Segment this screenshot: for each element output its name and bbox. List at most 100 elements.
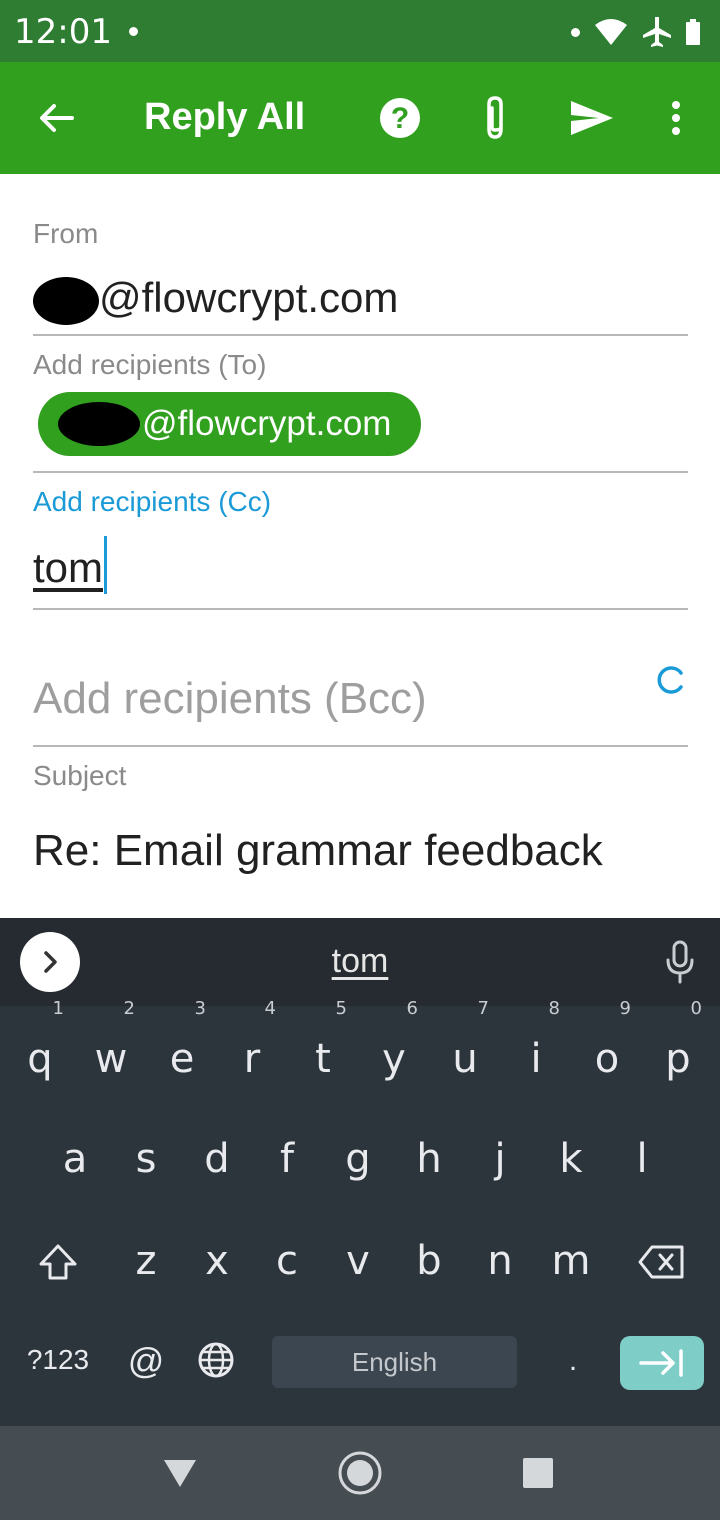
key-h[interactable]: h (399, 1136, 459, 1182)
key-label: r (243, 1036, 261, 1082)
help-button[interactable]: ? (372, 90, 428, 146)
symbols-key[interactable]: ?123 (18, 1340, 98, 1380)
key-label: p (665, 1036, 691, 1082)
key-m[interactable]: m (541, 1238, 601, 1284)
send-button[interactable] (564, 90, 620, 146)
airplane-mode-icon (643, 17, 671, 47)
key-q[interactable]: 1q (10, 998, 70, 1082)
key-r[interactable]: 4r (222, 998, 282, 1082)
cc-input[interactable]: tom (33, 536, 108, 594)
recipient-chip-label: @flowcrypt.com (142, 404, 392, 443)
dot-icon (571, 27, 580, 37)
key-y[interactable]: 6y (364, 998, 424, 1082)
page-title: Reply All (144, 96, 306, 138)
key-b[interactable]: b (399, 1238, 459, 1284)
language-key[interactable] (196, 1338, 236, 1382)
key-c[interactable]: c (257, 1238, 317, 1284)
key-hint: 1 (52, 998, 64, 1019)
key-z[interactable]: z (116, 1238, 176, 1284)
status-bar: 12:01 (0, 0, 720, 62)
bcc-divider (33, 745, 688, 747)
key-label: e (169, 1036, 195, 1082)
back-button[interactable] (28, 90, 84, 146)
nav-recents-button[interactable] (513, 1448, 563, 1498)
key-p[interactable]: 0p (648, 998, 708, 1082)
key-hint: 6 (406, 998, 418, 1019)
key-n[interactable]: n (470, 1238, 530, 1284)
status-time: 12:01 (14, 12, 112, 52)
from-value: @flowcrypt.com (99, 274, 399, 321)
key-l[interactable]: l (612, 1136, 672, 1182)
navigation-bar (0, 1426, 720, 1520)
wifi-icon (595, 19, 627, 45)
key-k[interactable]: k (541, 1136, 601, 1182)
key-label: i (530, 1036, 542, 1082)
suggestion-text: tom (331, 942, 389, 980)
key-label: y (382, 1036, 406, 1082)
key-hint: 0 (690, 998, 702, 1019)
send-icon (571, 101, 613, 135)
key-j[interactable]: j (470, 1136, 530, 1182)
period-key[interactable]: . (556, 1336, 590, 1386)
next-field-key[interactable] (620, 1336, 704, 1390)
keyboard-suggestion[interactable]: tom (0, 942, 720, 981)
key-a[interactable]: a (45, 1136, 105, 1182)
app-bar: Reply All ? (0, 62, 720, 174)
key-u[interactable]: 7u (435, 998, 495, 1082)
space-bar[interactable]: English (272, 1336, 517, 1388)
bcc-input[interactable]: Add recipients (Bcc) (33, 674, 427, 724)
backspace-key[interactable] (636, 1238, 688, 1286)
more-vert-icon (672, 101, 680, 135)
key-s[interactable]: s (116, 1136, 176, 1182)
key-d[interactable]: d (187, 1136, 247, 1182)
redacted-name (58, 402, 140, 446)
key-hint: 8 (548, 998, 560, 1019)
battery-icon (686, 19, 700, 45)
tab-next-icon (639, 1349, 683, 1377)
key-w[interactable]: 2w (81, 998, 141, 1082)
subject-label: Subject (33, 760, 127, 791)
globe-icon (198, 1342, 234, 1378)
nav-home-button[interactable] (335, 1448, 385, 1498)
key-label: w (94, 1036, 128, 1082)
nav-recents-icon (523, 1458, 553, 1488)
key-hint: 9 (619, 998, 631, 1019)
key-o[interactable]: 9o (577, 998, 637, 1082)
key-label: o (594, 1036, 620, 1082)
key-f[interactable]: f (257, 1136, 317, 1182)
key-v[interactable]: v (328, 1238, 388, 1284)
loading-spinner-icon (657, 666, 683, 694)
to-divider (33, 471, 688, 473)
key-hint: 7 (477, 998, 489, 1019)
subject-input[interactable]: Re: Email grammar feedback (33, 826, 603, 876)
arrow-back-icon (40, 104, 74, 132)
nav-back-icon (164, 1460, 196, 1487)
key-t[interactable]: 5t (293, 998, 353, 1082)
key-label: t (315, 1036, 331, 1082)
key-i[interactable]: 8i (506, 998, 566, 1082)
from-field[interactable]: @flowcrypt.com (33, 274, 398, 325)
key-hint: 2 (123, 998, 135, 1019)
microphone-icon[interactable] (664, 940, 696, 984)
more-options-button[interactable] (648, 90, 704, 146)
shift-icon (39, 1244, 77, 1280)
cc-input-text: tom (33, 544, 104, 591)
to-label: Add recipients (To) (33, 349, 267, 380)
nav-back-button[interactable] (155, 1448, 205, 1498)
text-cursor (104, 536, 108, 594)
key-hint: 4 (264, 998, 276, 1019)
key-x[interactable]: x (187, 1238, 247, 1284)
key-g[interactable]: g (328, 1136, 388, 1182)
backspace-icon (638, 1245, 684, 1279)
key-hint: 3 (194, 998, 206, 1019)
attach-button[interactable] (468, 90, 524, 146)
help-icon: ? (380, 98, 420, 138)
paperclip-icon (487, 96, 503, 139)
from-label: From (33, 218, 99, 249)
keyboard: 1q2w3e4r5t6y7u8i9o0p asdfghjkl zxcvbnm ?… (0, 998, 720, 1426)
at-key[interactable]: @ (124, 1336, 168, 1386)
status-icons (571, 14, 700, 50)
recipient-chip[interactable]: @flowcrypt.com (38, 392, 421, 456)
shift-key[interactable] (34, 1238, 82, 1286)
key-e[interactable]: 3e (152, 998, 212, 1082)
